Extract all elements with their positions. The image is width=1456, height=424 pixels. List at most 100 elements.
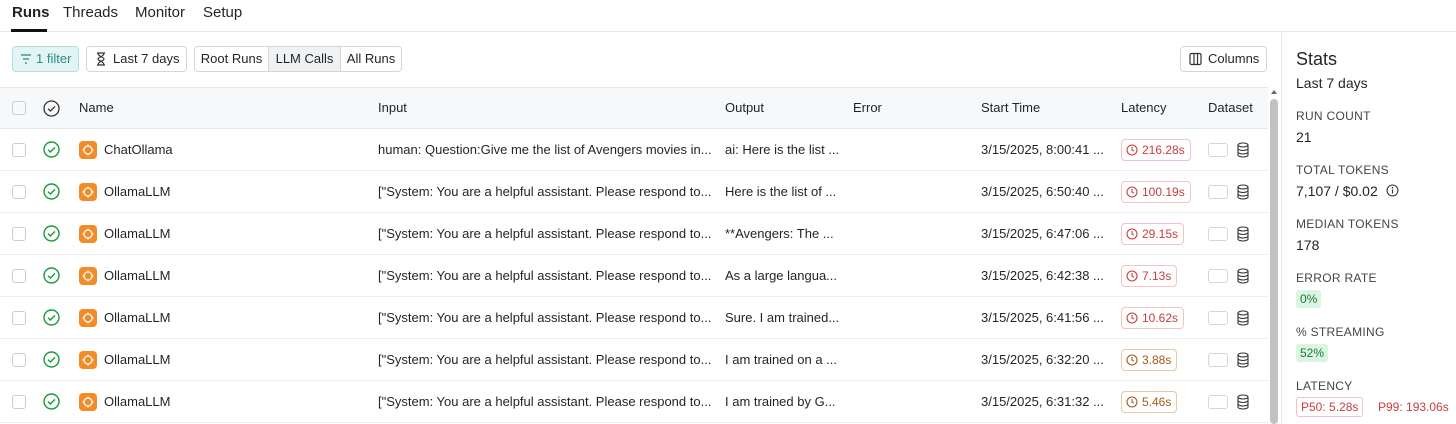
latency-value: 7.13s — [1142, 269, 1172, 283]
row-checkbox[interactable] — [12, 269, 26, 283]
column-header-start-time[interactable]: Start Time — [981, 88, 1040, 128]
segment-llm-calls[interactable]: LLM Calls — [269, 47, 340, 71]
column-header-name[interactable]: Name — [79, 88, 114, 128]
row-checkbox[interactable] — [12, 353, 26, 367]
row-checkbox[interactable] — [12, 395, 26, 409]
median-tokens-label: MEDIAN TOKENS — [1296, 217, 1399, 231]
run-name[interactable]: ChatOllama — [104, 129, 173, 171]
column-header-input[interactable]: Input — [378, 88, 407, 128]
columns-icon — [1189, 47, 1202, 79]
table-scrollbar[interactable] — [1268, 87, 1280, 424]
dataset-toggle[interactable] — [1208, 395, 1228, 409]
run-name[interactable]: OllamaLLM — [104, 213, 170, 255]
llm-run-icon — [79, 183, 97, 201]
streaming-badge: 52% — [1296, 344, 1329, 362]
column-header-error[interactable]: Error — [853, 88, 882, 128]
columns-label: Columns — [1208, 51, 1260, 66]
dataset-toggle[interactable] — [1208, 143, 1228, 157]
llm-run-icon — [79, 351, 97, 369]
segment-root-runs[interactable]: Root Runs — [195, 47, 268, 71]
info-icon[interactable] — [1386, 184, 1399, 200]
row-checkbox[interactable] — [12, 311, 26, 325]
row-checkbox[interactable] — [12, 185, 26, 199]
database-icon[interactable] — [1237, 142, 1249, 161]
tab-setup[interactable]: Setup — [203, 4, 242, 22]
database-icon[interactable] — [1237, 352, 1249, 371]
stats-panel: Stats Last 7 days RUN COUNT 21 TOTAL TOK… — [1281, 32, 1456, 424]
table-row[interactable]: OllamaLLM ["System: You are a helpful ass… — [0, 297, 1268, 339]
filter-label: 1 filter — [36, 51, 72, 66]
run-input: ["System: You are a helpful assistant. P… — [378, 310, 712, 325]
column-header-latency[interactable]: Latency — [1121, 88, 1167, 128]
latency-value: 10.62s — [1142, 311, 1179, 325]
total-tokens-value: 7,107 / $0.02 — [1296, 183, 1378, 199]
run-count-label: RUN COUNT — [1296, 109, 1371, 123]
table-row[interactable]: OllamaLLM ["System: You are a helpful ass… — [0, 171, 1268, 213]
row-checkbox[interactable] — [12, 143, 26, 157]
llm-run-icon — [79, 225, 97, 243]
dataset-toggle[interactable] — [1208, 227, 1228, 241]
database-icon[interactable] — [1237, 226, 1249, 245]
run-start-time: 3/15/2025, 6:50:40 ... — [981, 184, 1104, 199]
dataset-toggle[interactable] — [1208, 353, 1228, 367]
select-all-checkbox[interactable] — [12, 101, 26, 115]
run-input: ["System: You are a helpful assistant. P… — [378, 226, 712, 241]
check-circle-icon[interactable] — [43, 100, 60, 120]
success-check-icon — [43, 309, 60, 326]
column-header-dataset[interactable]: Dataset — [1208, 88, 1253, 128]
table-row[interactable]: OllamaLLM ["System: You are a helpful ass… — [0, 381, 1268, 423]
dataset-toggle[interactable] — [1208, 311, 1228, 325]
segment-all-runs[interactable]: All Runs — [341, 47, 401, 71]
run-name[interactable]: OllamaLLM — [104, 255, 170, 297]
run-count-value: 21 — [1296, 129, 1312, 145]
database-icon[interactable] — [1237, 184, 1249, 203]
run-start-time: 3/15/2025, 6:31:32 ... — [981, 394, 1104, 409]
dataset-toggle[interactable] — [1208, 185, 1228, 199]
tab-runs[interactable]: Runs — [12, 4, 50, 22]
table-row[interactable]: OllamaLLM ["System: You are a helpful ass… — [0, 213, 1268, 255]
latency-value: 29.15s — [1142, 227, 1179, 241]
latency-value: 5.46s — [1142, 395, 1172, 409]
latency-badge: 216.28s — [1121, 139, 1191, 161]
database-icon[interactable] — [1237, 310, 1249, 329]
tab-threads[interactable]: Threads — [63, 4, 118, 22]
success-check-icon — [43, 267, 60, 284]
latency-badge: 3.88s — [1121, 349, 1178, 371]
run-name[interactable]: OllamaLLM — [104, 339, 170, 381]
run-start-time: 3/15/2025, 6:41:56 ... — [981, 310, 1104, 325]
latency-value: 216.28s — [1142, 143, 1185, 157]
run-output: Here is the list of ... — [725, 184, 837, 199]
run-output: I am trained on a ... — [725, 352, 838, 367]
tab-monitor[interactable]: Monitor — [135, 4, 185, 22]
scrollbar-thumb[interactable] — [1270, 99, 1278, 424]
table-row[interactable]: ChatOllama human: Question:Give me the li… — [0, 129, 1268, 171]
run-name[interactable]: OllamaLLM — [104, 297, 170, 339]
table-row[interactable]: OllamaLLM ["System: You are a helpful ass… — [0, 255, 1268, 297]
error-rate-badge: 0% — [1296, 290, 1322, 308]
table-row[interactable]: OllamaLLM ["System: You are a helpful ass… — [0, 339, 1268, 381]
run-start-time: 3/15/2025, 6:47:06 ... — [981, 226, 1104, 241]
llm-run-icon — [79, 393, 97, 411]
success-check-icon — [43, 351, 60, 368]
run-name[interactable]: OllamaLLM — [104, 171, 170, 213]
run-output: **Avengers: The ... — [725, 226, 834, 241]
latency-badge: 100.19s — [1121, 181, 1191, 203]
column-header-output[interactable]: Output — [725, 88, 764, 128]
latency-badge: 29.15s — [1121, 223, 1185, 245]
latency-badge: 10.62s — [1121, 307, 1185, 329]
success-check-icon — [43, 141, 60, 158]
run-name[interactable]: OllamaLLM — [104, 381, 170, 423]
dataset-toggle[interactable] — [1208, 269, 1228, 283]
run-input: ["System: You are a helpful assistant. P… — [378, 394, 712, 409]
run-input: ["System: You are a helpful assistant. P… — [378, 268, 712, 283]
run-output: ai: Here is the list ... — [725, 142, 840, 157]
filter-button[interactable]: 1 filter — [12, 46, 79, 72]
run-start-time: 3/15/2025, 8:00:41 ... — [981, 142, 1104, 157]
llm-run-icon — [79, 267, 97, 285]
columns-button[interactable]: Columns — [1180, 46, 1267, 72]
row-checkbox[interactable] — [12, 227, 26, 241]
database-icon[interactable] — [1237, 268, 1249, 287]
time-range-button[interactable]: Last 7 days — [86, 46, 187, 72]
run-output: I am trained by G... — [725, 394, 836, 409]
database-icon[interactable] — [1237, 394, 1249, 413]
